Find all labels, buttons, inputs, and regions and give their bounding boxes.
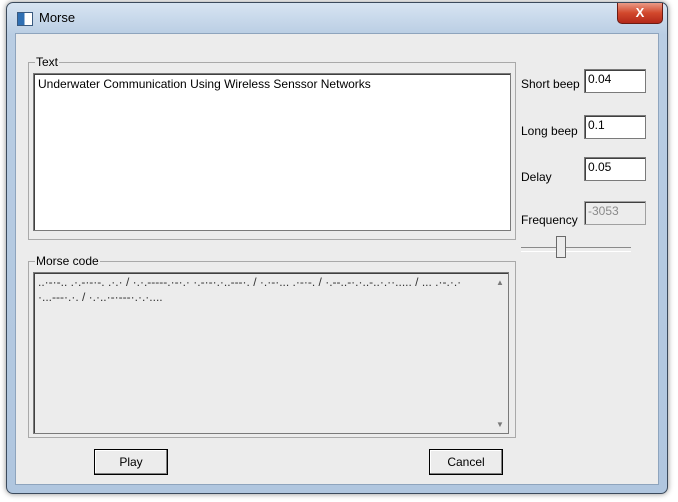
long-beep-label: Long beep: [521, 124, 578, 138]
text-input[interactable]: Underwater Communication Using Wireless …: [33, 73, 511, 231]
morse-output[interactable]: ..·-·-.. .·.-·-·-. .·.· / ·.·.-----.·-·.…: [33, 272, 509, 434]
frequency-field: -3053: [584, 201, 646, 225]
delay-label: Delay: [521, 170, 552, 184]
morse-group-title: Morse code: [35, 254, 100, 268]
dialog-body: Text Underwater Communication Using Wire…: [15, 33, 659, 485]
morse-code-text: ..·-·-.. .·.-·-·-. .·.· / ·.·.-----.·-·.…: [38, 275, 462, 304]
long-beep-field[interactable]: 0.1: [584, 115, 646, 139]
cancel-button[interactable]: Cancel: [429, 449, 503, 475]
close-button[interactable]: X: [617, 3, 663, 24]
delay-field[interactable]: 0.05: [584, 157, 646, 181]
frequency-slider-track[interactable]: [521, 247, 631, 252]
play-button[interactable]: Play: [94, 449, 168, 475]
frequency-slider-thumb[interactable]: [556, 236, 566, 258]
morse-scrollbar[interactable]: ▲ ▼: [492, 273, 508, 433]
short-beep-label: Short beep: [521, 77, 580, 91]
morse-groupbox: Morse code ..·-·-.. .·.-·-·-. .·.· / ·.·…: [28, 254, 516, 438]
text-groupbox: Text Underwater Communication Using Wire…: [28, 55, 516, 240]
window-title: Morse: [39, 10, 76, 25]
app-icon: [17, 12, 33, 26]
scroll-up-arrow-icon[interactable]: ▲: [496, 278, 504, 287]
short-beep-field[interactable]: 0.04: [584, 69, 646, 93]
text-group-title: Text: [35, 55, 60, 69]
frequency-label: Frequency: [521, 213, 578, 227]
scroll-down-arrow-icon[interactable]: ▼: [496, 420, 504, 429]
title-bar[interactable]: Morse X: [7, 3, 667, 33]
